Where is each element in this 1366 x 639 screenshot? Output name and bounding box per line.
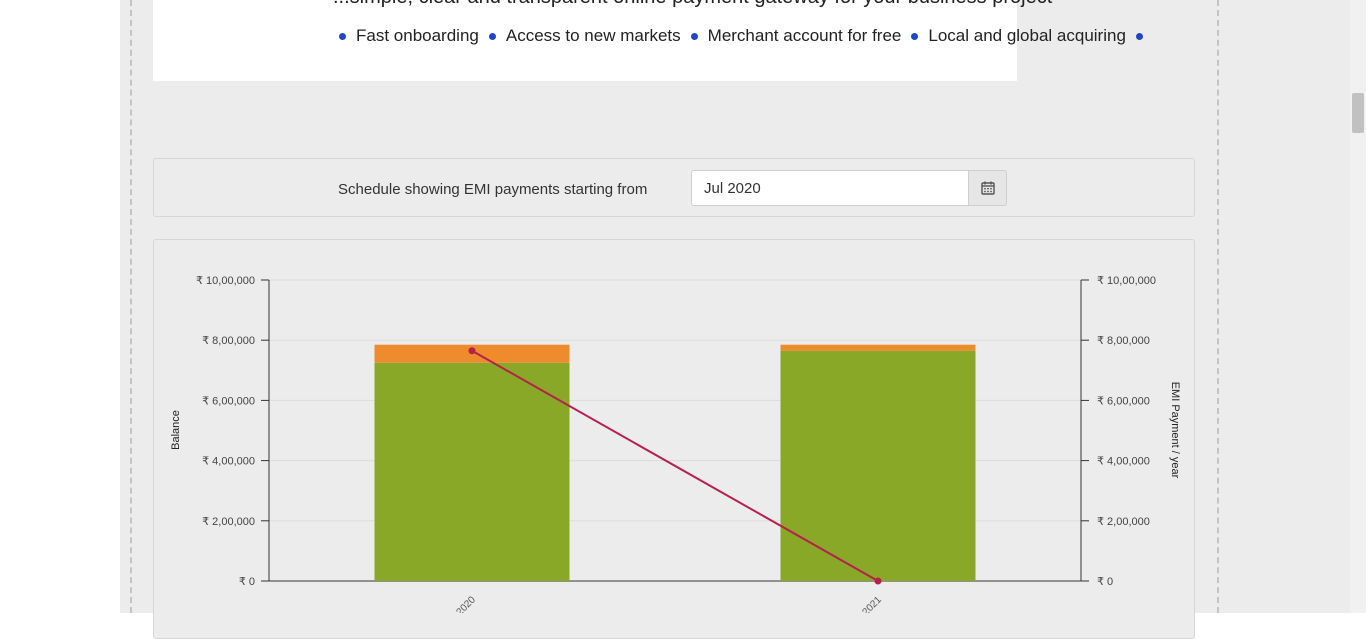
- start-date-input[interactable]: [691, 170, 969, 206]
- scrollbar-thumb[interactable]: [1352, 93, 1364, 133]
- bullet-icon: [690, 32, 698, 40]
- banner-feature-list: Fast onboarding Access to new markets Me…: [335, 26, 1153, 46]
- feature-item: Merchant account for free: [707, 26, 902, 45]
- banner-heading: ...simple, clear and transparent online …: [333, 0, 1052, 9]
- feature-item: Access to new markets: [505, 26, 681, 45]
- scrollbar-track[interactable]: [1350, 0, 1366, 613]
- bullet-icon: [911, 32, 919, 40]
- calendar-icon: [980, 181, 995, 195]
- bullet-icon: [339, 32, 346, 40]
- calendar-button[interactable]: [968, 170, 1007, 206]
- bullet-icon: [1135, 32, 1143, 40]
- bullet-icon: [488, 32, 496, 40]
- right-dashed-border: [1217, 0, 1219, 613]
- emi-chart-panel: [153, 239, 1195, 639]
- feature-item: Local and global acquiring: [928, 26, 1126, 45]
- left-dashed-border: [130, 0, 132, 613]
- payment-banner[interactable]: ...simple, clear and transparent online …: [153, 0, 1143, 81]
- schedule-panel: Schedule showing EMI payments starting f…: [153, 158, 1195, 217]
- feature-item: Fast onboarding: [356, 26, 479, 45]
- schedule-label: Schedule showing EMI payments starting f…: [338, 181, 648, 198]
